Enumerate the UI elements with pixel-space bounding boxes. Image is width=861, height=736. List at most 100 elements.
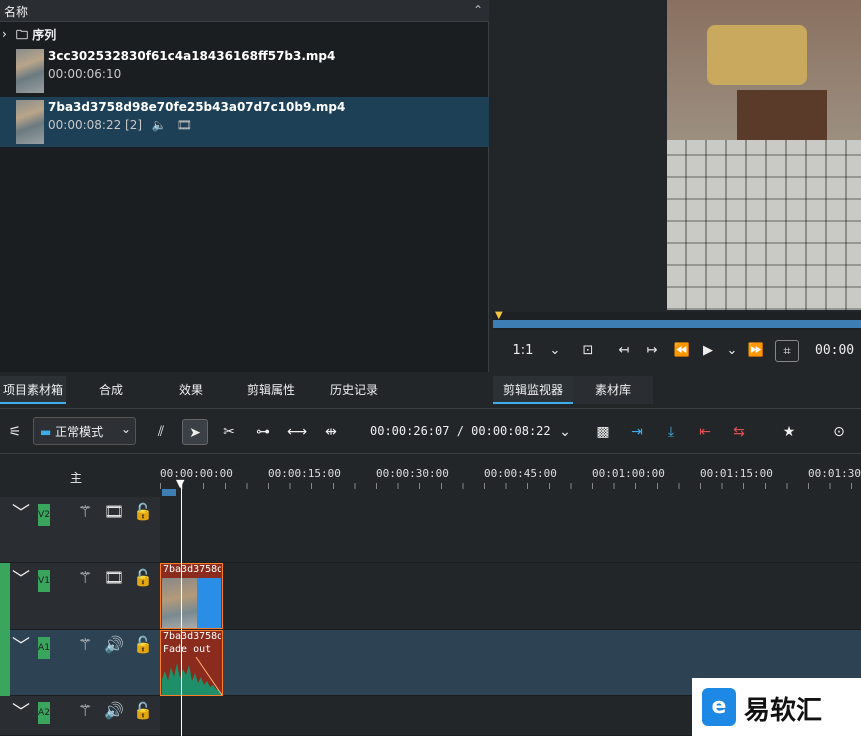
set-in-icon[interactable]: ↤ [615, 340, 633, 362]
insert-icon[interactable]: ⇥ [624, 419, 650, 445]
clip-duration-value: 00:00:08:22 [48, 118, 122, 132]
video-clip[interactable]: 7ba3d3758d [160, 563, 223, 629]
chevron-down-icon[interactable]: ﹀ [12, 632, 30, 658]
folder-sequence[interactable]: 🗀 序列 [16, 26, 56, 47]
spacer-tool-icon[interactable]: ⊶ [250, 419, 276, 445]
clip-thumbnail [16, 100, 44, 144]
track-v2[interactable] [160, 497, 861, 563]
record-icon[interactable]: ⊙ [826, 419, 852, 445]
video-preview [667, 0, 861, 310]
clip-label: 7ba3d3758d [163, 564, 221, 575]
tab-clip-properties[interactable]: 剪辑属性 [236, 376, 306, 404]
chevron-down-icon[interactable]: ⌄ [547, 340, 563, 362]
edit-mode-select[interactable]: ▬ 正常模式 ⌄ [33, 417, 136, 445]
track-v1[interactable]: 7ba3d3758d [160, 563, 861, 630]
tab-compositions[interactable]: 合成 [80, 376, 142, 404]
chevron-down-icon[interactable]: ⌄ [552, 419, 578, 445]
chevron-right-icon[interactable]: › [2, 27, 7, 41]
select-tool-icon[interactable]: ➤ [182, 419, 208, 445]
track-header-v2[interactable]: ﹀ V2 ⚚ 🎞 🔓 [0, 497, 160, 563]
timeline-toolbar: ⚟ ▬ 正常模式 ⌄ ⫽ ➤ ✂ ⊶ ⟷ ⇹ 00:00:26:07 / 00:… [0, 408, 861, 454]
track-active-indicator[interactable] [0, 630, 10, 696]
razor-tool-icon[interactable]: ✂ [216, 419, 242, 445]
track-header-v1[interactable]: ﹀ V1 ⚚ 🎞 🔓 [10, 563, 160, 630]
effect-wand-icon[interactable]: ⚚ [78, 502, 92, 521]
zoom-value[interactable]: 1:1 [511, 340, 535, 362]
folder-label: 序列 [32, 28, 57, 42]
monitor-timecode[interactable]: 00:00 [815, 340, 861, 362]
audio-clip[interactable]: 7ba3d3758d Fade out [160, 630, 223, 696]
track-active-indicator[interactable] [0, 563, 10, 630]
lock-icon[interactable]: 🔓 [133, 701, 153, 720]
ripple-tool-icon[interactable]: ⟷ [284, 419, 310, 445]
track-header-a1[interactable]: ﹀ A1 ⚚ 🔊 🔓 [10, 630, 160, 696]
lock-icon[interactable]: 🔓 [133, 635, 153, 654]
watermark: e 易软汇 [692, 678, 861, 736]
chevron-down-icon[interactable]: ﹀ [12, 565, 30, 591]
list-item[interactable]: 3cc302532830f61c4a18436168ff57b3.mp4 00:… [0, 46, 489, 96]
speaker-icon[interactable]: 🔊 [104, 701, 124, 720]
clip-name: 3cc302532830f61c4a18436168ff57b3.mp4 [48, 49, 336, 63]
effect-wand-icon[interactable]: ⚚ [78, 701, 92, 720]
tab-project-bin[interactable]: 项目素材箱 [0, 376, 66, 404]
project-bin: 名称 ⌃ › 🗀 序列 3cc302532830f61c4a18436168ff… [0, 0, 489, 372]
ruler-tick: 00:01:00:00 [592, 467, 665, 480]
speaker-icon: 🔈 [151, 118, 167, 132]
crop-icon[interactable]: ⌗ [775, 340, 799, 362]
favorite-star-icon[interactable]: ★ [776, 419, 802, 445]
tab-history[interactable]: 历史记录 [316, 376, 392, 404]
zone-marker[interactable] [162, 489, 176, 496]
left-tab-bar: 项目素材箱 合成 效果 剪辑属性 历史记录 [0, 376, 489, 404]
fast-forward-icon[interactable]: ⏩ [747, 340, 765, 362]
film-icon[interactable]: 🎞 [104, 568, 124, 587]
fit-frame-icon[interactable]: ⊡ [579, 340, 597, 362]
tab-clip-monitor[interactable]: 剪辑监视器 [493, 376, 573, 404]
ruler-tick: 00:00:45:00 [484, 467, 557, 480]
slip-tool-icon[interactable]: ⇹ [318, 419, 344, 445]
clip-fade-region [197, 578, 221, 628]
master-label[interactable]: 主 [70, 469, 82, 486]
track-header-a2[interactable]: ﹀ A2 ⚚ 🔊 🔓 [0, 696, 160, 736]
rewind-icon[interactable]: ⏪ [673, 340, 691, 362]
tab-library[interactable]: 素材库 [573, 376, 653, 404]
track-label[interactable]: V2 [38, 504, 50, 526]
clip-thumbnail [16, 49, 44, 93]
ruler-tick: 00:00:15:00 [268, 467, 341, 480]
clip-duration: 00:00:08:22 [2] 🔈 🎞 [48, 118, 192, 132]
timeline-timecode[interactable]: 00:00:26:07 / 00:00:08:22 [370, 424, 551, 438]
track-label[interactable]: A1 [38, 637, 50, 659]
overwrite-icon[interactable]: ⤓ [658, 419, 684, 445]
film-icon[interactable]: 🎞 [104, 502, 124, 521]
play-options-chevron-icon[interactable]: ⌄ [725, 340, 739, 362]
effect-wand-icon[interactable]: ⚚ [78, 568, 92, 587]
chevron-down-icon[interactable]: ﹀ [12, 698, 30, 724]
razor-snap-icon[interactable]: ⫽ [148, 419, 174, 445]
lift-icon[interactable]: ⇤ [692, 419, 718, 445]
bin-header[interactable]: 名称 ⌃ [0, 0, 489, 22]
ruler-tick: 00:01:30 [808, 467, 861, 480]
clip-label: 7ba3d3758d [163, 631, 221, 642]
lock-icon[interactable]: 🔓 [133, 502, 153, 521]
effect-wand-icon[interactable]: ⚚ [78, 635, 92, 654]
collapse-icon[interactable]: ⌃ [473, 3, 483, 17]
playhead-line[interactable] [181, 480, 182, 736]
timeline-ruler[interactable]: 00:00:00:00 00:00:15:00 00:00:30:00 00:0… [160, 455, 861, 497]
ruler-tick: 00:01:15:00 [700, 467, 773, 480]
zone-bar[interactable] [493, 320, 861, 328]
monitor-controls: 1:1 ⌄ ⊡ ↤ ↦ ⏪ ▶ ⌄ ⏩ ⌗ 00:00 [493, 332, 861, 372]
settings-sliders-icon[interactable]: ⚟ [2, 419, 28, 445]
track-label[interactable]: A2 [38, 702, 50, 724]
set-out-icon[interactable]: ↦ [643, 340, 661, 362]
chevron-down-icon[interactable]: ﹀ [12, 499, 30, 525]
composite-icon[interactable]: ▩ [590, 419, 616, 445]
bin-column-name: 名称 [4, 5, 29, 19]
extract-icon[interactable]: ⇆ [726, 419, 752, 445]
speaker-icon[interactable]: 🔊 [104, 635, 124, 654]
clip-duration: 00:00:06:10 [48, 67, 122, 81]
lock-icon[interactable]: 🔓 [133, 568, 153, 587]
play-icon[interactable]: ▶ [699, 340, 717, 362]
track-label[interactable]: V1 [38, 570, 50, 592]
list-item-selected[interactable]: 7ba3d3758d98e70fe25b43a07d7c10b9.mp4 00:… [0, 97, 489, 147]
film-icon: 🎞 [176, 118, 192, 132]
tab-effects[interactable]: 效果 [160, 376, 222, 404]
